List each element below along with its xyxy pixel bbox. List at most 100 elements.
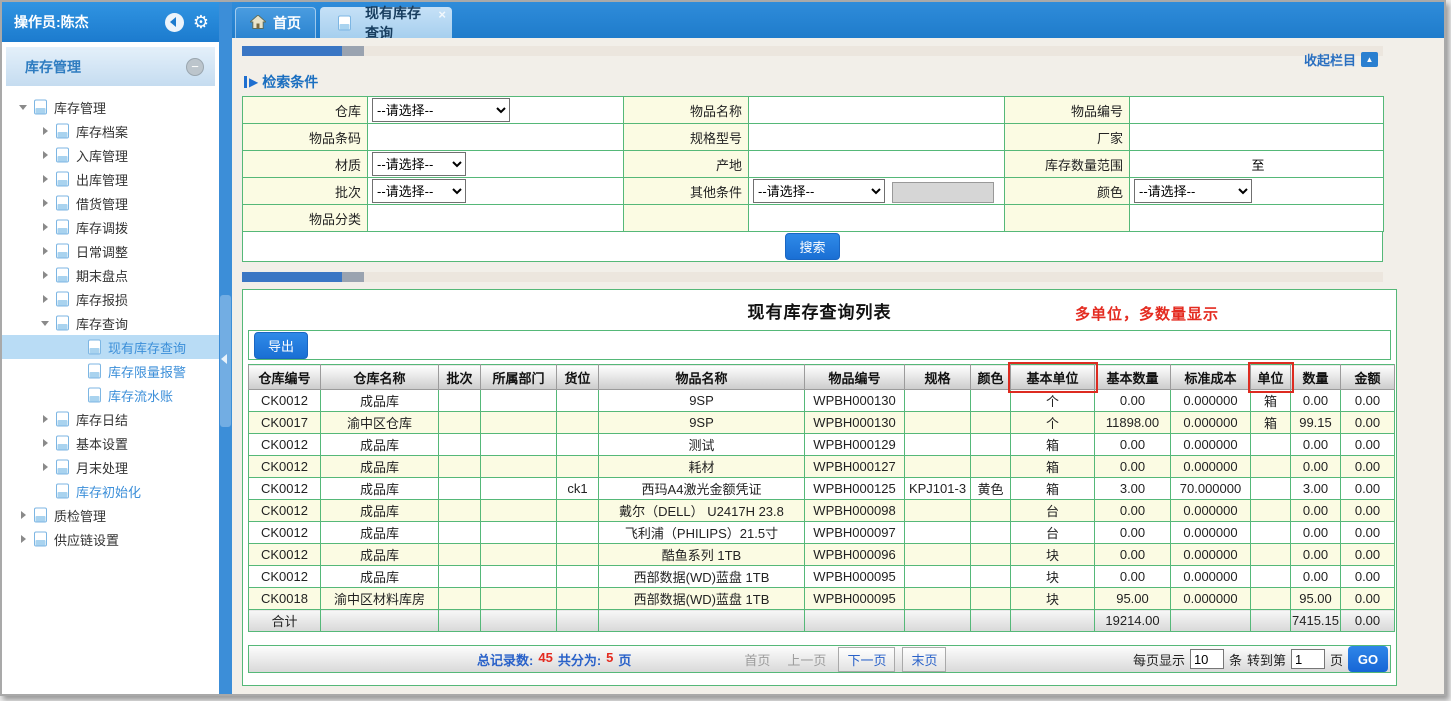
export-button[interactable]: 导出 xyxy=(254,332,308,359)
filter-select[interactable]: --请选择-- xyxy=(372,152,466,176)
sidebar-item[interactable]: 库存调拨 xyxy=(2,215,219,239)
sidebar-item-label: 日常调整 xyxy=(76,242,128,261)
per-page-input[interactable] xyxy=(1190,649,1224,669)
sidebar-item[interactable]: 库存日结 xyxy=(2,407,219,431)
table-cell: CK0012 xyxy=(249,456,321,478)
field-cell xyxy=(1130,124,1384,151)
table-row[interactable]: CK0012成品库酷鱼系列 1TBWPBH000096块0.000.000000… xyxy=(249,544,1395,566)
next-page-button[interactable]: 下一页 xyxy=(838,647,895,672)
sidebar-item[interactable]: 日常调整 xyxy=(2,239,219,263)
scrollbar-thumb[interactable] xyxy=(242,46,342,56)
scrollbar-thumb[interactable] xyxy=(242,272,342,282)
search-button[interactable]: 搜索 xyxy=(785,233,839,260)
collapsed-arrow-icon[interactable] xyxy=(16,508,30,522)
field-input[interactable] xyxy=(1133,127,1376,147)
collapsed-arrow-icon[interactable] xyxy=(38,244,52,258)
table-row[interactable]: CK0012成品库ck1西玛A4激光金额凭证WPBH000125KPJ101-3… xyxy=(249,478,1395,500)
tab-current-inventory-query[interactable]: 现有库存查询 × xyxy=(320,7,452,38)
table-row[interactable]: CK0012成品库9SPWPBH000130个0.000.000000箱0.00… xyxy=(249,390,1395,412)
table-cell xyxy=(905,390,971,412)
sidebar-item[interactable]: 供应链设置 xyxy=(2,527,219,551)
field-input[interactable] xyxy=(371,208,615,228)
table-cell xyxy=(1251,566,1291,588)
filter-select[interactable]: --请选择-- xyxy=(753,179,885,203)
horizontal-scrollbar-middle[interactable] xyxy=(242,272,1383,282)
filter-select[interactable]: --请选择-- xyxy=(1134,179,1252,203)
sidebar-item[interactable]: 库存流水账 xyxy=(2,383,219,407)
horizontal-scrollbar-top[interactable] xyxy=(242,46,1383,56)
column-header: 基本单位 xyxy=(1011,365,1095,390)
sidebar-item[interactable]: 月末处理 xyxy=(2,455,219,479)
sidebar-item[interactable]: 入库管理 xyxy=(2,143,219,167)
table-cell: 个 xyxy=(1011,412,1095,434)
goto-page-input[interactable] xyxy=(1291,649,1325,669)
section-arrow-icon: ▶ xyxy=(244,76,258,88)
table-cell: WPBH000127 xyxy=(805,456,905,478)
field-input[interactable] xyxy=(752,100,996,120)
collapsed-arrow-icon[interactable] xyxy=(38,172,52,186)
close-tab-icon[interactable]: × xyxy=(438,7,446,22)
sidebar-item[interactable]: 基本设置 xyxy=(2,431,219,455)
sidebar-item[interactable]: 现有库存查询 xyxy=(2,335,219,359)
sidebar-item[interactable]: 库存初始化 xyxy=(2,479,219,503)
sidebar-item[interactable]: 质检管理 xyxy=(2,503,219,527)
sidebar-item[interactable]: 库存限量报警 xyxy=(2,359,219,383)
table-row[interactable]: CK0017渝中区仓库9SPWPBH000130个11898.000.00000… xyxy=(249,412,1395,434)
collapsed-arrow-icon[interactable] xyxy=(38,148,52,162)
sidebar-item[interactable]: 库存档案 xyxy=(2,119,219,143)
field-input[interactable] xyxy=(1133,100,1376,120)
table-row[interactable]: CK0018渝中区材料库房西部数据(WD)蓝盘 1TBWPBH000095块95… xyxy=(249,588,1395,610)
sidebar-item-label: 出库管理 xyxy=(76,170,128,189)
table-cell: WPBH000125 xyxy=(805,478,905,500)
collapsed-arrow-icon[interactable] xyxy=(38,268,52,282)
field-input[interactable] xyxy=(752,154,996,174)
table-cell: 0.000000 xyxy=(1171,456,1251,478)
sidebar-item[interactable]: 出库管理 xyxy=(2,167,219,191)
collapsed-arrow-icon[interactable] xyxy=(38,292,52,306)
prev-page-link[interactable]: 上一页 xyxy=(782,648,831,671)
collapse-panel-link[interactable]: 收起栏目 ▲ xyxy=(1304,50,1378,69)
sidebar-item[interactable]: 期末盘点 xyxy=(2,263,219,287)
table-cell: 0.00 xyxy=(1341,478,1395,500)
field-input[interactable] xyxy=(752,127,996,147)
total-cell xyxy=(321,610,439,632)
tab-home[interactable]: 首页 xyxy=(235,7,316,38)
last-page-button[interactable]: 末页 xyxy=(902,647,946,672)
sidebar-item[interactable]: 借货管理 xyxy=(2,191,219,215)
sidebar-splitter[interactable] xyxy=(219,2,232,694)
sidebar-item[interactable]: 库存报损 xyxy=(2,287,219,311)
table-row[interactable]: CK0012成品库飞利浦（PHILIPS）21.5寸WPBH000097台0.0… xyxy=(249,522,1395,544)
range-min-input[interactable] xyxy=(1161,158,1251,173)
collapse-sidebar-icon[interactable] xyxy=(165,13,184,32)
document-icon xyxy=(55,267,70,283)
filter-select[interactable]: --请选择-- xyxy=(372,98,510,122)
first-page-link[interactable]: 首页 xyxy=(739,648,775,671)
collapsed-arrow-icon[interactable] xyxy=(38,412,52,426)
table-row[interactable]: CK0012成品库测试WPBH000129箱0.000.0000000.000.… xyxy=(249,434,1395,456)
splitter-collapse-arrow-icon[interactable] xyxy=(221,354,227,364)
sidebar-item-label: 库存查询 xyxy=(76,314,128,333)
field-input[interactable] xyxy=(371,127,615,147)
sidebar-item-label: 借货管理 xyxy=(76,194,128,213)
gear-icon[interactable]: ⚙ xyxy=(193,13,209,31)
collapsed-arrow-icon[interactable] xyxy=(16,532,30,546)
collapsed-arrow-icon[interactable] xyxy=(38,196,52,210)
content-area: 收起栏目 ▲ ▶ 检索条件 仓库--请选择--物品名称物品编号物品条码规格型号厂… xyxy=(232,38,1444,694)
collapsed-arrow-icon[interactable] xyxy=(38,220,52,234)
range-max-input[interactable] xyxy=(1265,158,1355,173)
minus-circle-icon[interactable]: − xyxy=(186,58,204,76)
table-row[interactable]: CK0012成品库西部数据(WD)蓝盘 1TBWPBH000095块0.000.… xyxy=(249,566,1395,588)
collapsed-arrow-icon[interactable] xyxy=(38,460,52,474)
collapse-up-icon[interactable]: ▲ xyxy=(1361,52,1378,67)
table-row[interactable]: CK0012成品库耗材WPBH000127箱0.000.0000000.000.… xyxy=(249,456,1395,478)
table-cell: 9SP xyxy=(599,390,805,412)
filter-select[interactable]: --请选择-- xyxy=(372,179,466,203)
sidebar-item[interactable]: 库存查询 xyxy=(2,311,219,335)
expanded-arrow-icon[interactable] xyxy=(38,316,52,330)
table-row[interactable]: CK0012成品库戴尔（DELL） U2417H 23.8WPBH000098台… xyxy=(249,500,1395,522)
collapsed-arrow-icon[interactable] xyxy=(38,124,52,138)
sidebar-item[interactable]: 库存管理 xyxy=(2,95,219,119)
go-button[interactable]: GO xyxy=(1348,646,1388,672)
expanded-arrow-icon[interactable] xyxy=(16,100,30,114)
collapsed-arrow-icon[interactable] xyxy=(38,436,52,450)
